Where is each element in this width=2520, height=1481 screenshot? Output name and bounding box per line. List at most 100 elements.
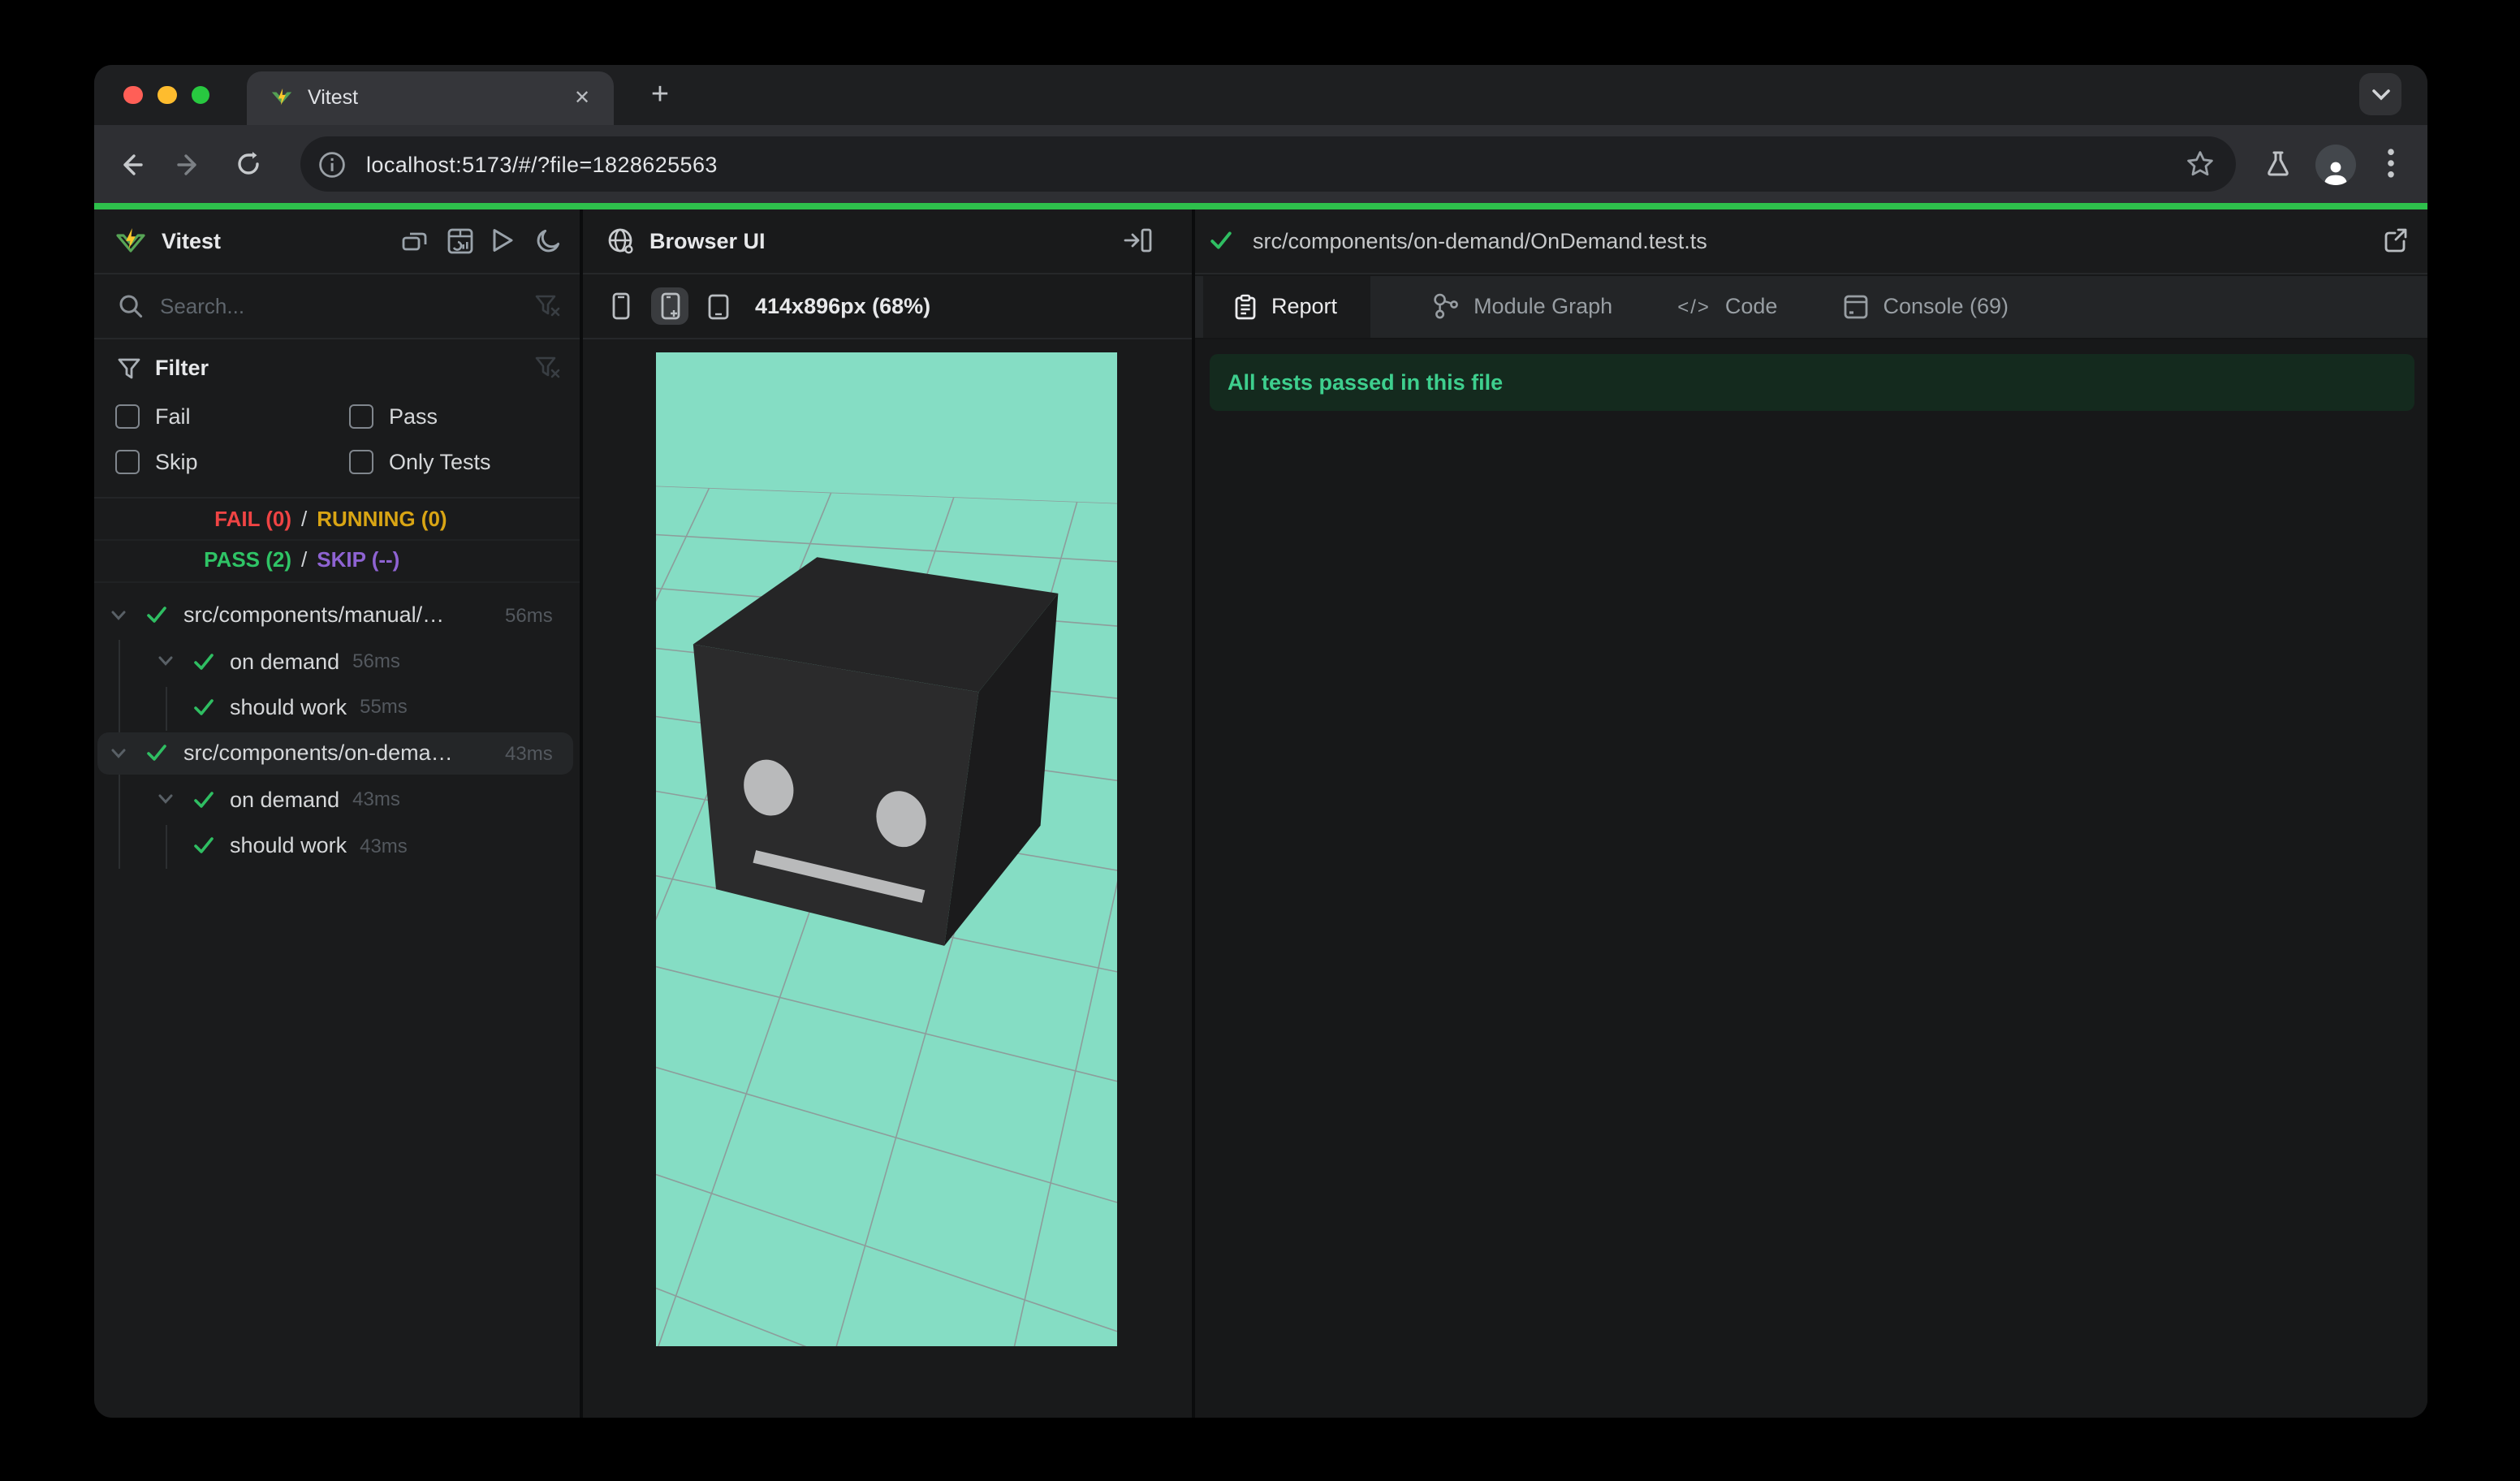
test-progress-bar bbox=[93, 203, 2427, 209]
new-tab-button[interactable]: + bbox=[639, 75, 681, 117]
skip-count: SKIP (--) bbox=[317, 547, 400, 572]
tab-console[interactable]: Console (69) bbox=[1810, 275, 2041, 337]
all-tests-passed-banner: All tests passed in this file bbox=[1209, 354, 2414, 411]
device-phone-selected-icon[interactable] bbox=[651, 287, 688, 325]
site-info-icon[interactable] bbox=[317, 150, 345, 178]
tree-row-suite[interactable]: on demand 43ms bbox=[93, 776, 580, 823]
tree-row-test[interactable]: should work 43ms bbox=[93, 823, 580, 869]
clear-filter-icon[interactable] bbox=[534, 294, 560, 318]
browser-menu-icon[interactable] bbox=[2386, 148, 2394, 179]
reload-button[interactable] bbox=[223, 140, 272, 188]
tab-search-button[interactable] bbox=[2359, 73, 2401, 115]
filter-checkbox-pass[interactable]: Pass bbox=[348, 404, 580, 428]
sidebar: Vitest Search... Filter Fail Pass Skip O… bbox=[93, 209, 580, 1417]
filter-funnel-icon bbox=[116, 356, 140, 379]
checkbox[interactable] bbox=[348, 449, 373, 473]
test-summary: FAIL (0) / RUNNING (0) PASS (2) / SKIP (… bbox=[93, 499, 580, 583]
browser-toolbar: localhost:5173/#/?file=1828625563 bbox=[93, 125, 2427, 203]
tab-strip: Vitest ✕ + bbox=[93, 65, 2427, 125]
bookmark-star-icon[interactable] bbox=[2185, 149, 2214, 179]
console-panel-icon bbox=[1842, 293, 1868, 319]
back-button[interactable] bbox=[106, 140, 155, 188]
threejs-scene bbox=[655, 352, 1116, 1347]
traffic-zoom-button[interactable] bbox=[191, 85, 210, 105]
profile-avatar[interactable] bbox=[2315, 144, 2355, 184]
filter-checkbox-fail[interactable]: Fail bbox=[114, 404, 348, 428]
device-tablet-icon[interactable] bbox=[708, 293, 729, 319]
filter-title: Filter bbox=[155, 356, 209, 380]
tree-row-test[interactable]: should work 55ms bbox=[93, 684, 580, 731]
report-tab-bar: Report Module Graph </> Code Console (69… bbox=[1194, 275, 2427, 339]
chevron-down-icon[interactable] bbox=[110, 607, 127, 623]
chevron-down-icon[interactable] bbox=[157, 792, 173, 808]
run-all-icon[interactable] bbox=[490, 227, 518, 254]
code-icon: </> bbox=[1677, 295, 1711, 317]
sidebar-title: Vitest bbox=[162, 228, 222, 253]
divider bbox=[93, 581, 580, 583]
tree-row-file-selected[interactable]: src/components/on-dema… 43ms bbox=[93, 730, 580, 776]
tab-code[interactable]: </> Code bbox=[1645, 275, 1810, 337]
traffic-close-button[interactable] bbox=[123, 85, 143, 105]
pass-check-icon bbox=[146, 604, 167, 625]
forward-button[interactable] bbox=[165, 140, 214, 188]
traffic-minimize-button[interactable] bbox=[158, 85, 177, 105]
grid-horizon-mask bbox=[655, 352, 1116, 503]
checkbox[interactable] bbox=[114, 449, 139, 473]
expand-panel-icon[interactable] bbox=[1123, 227, 1152, 253]
filter-section: Filter Fail Pass Skip Only Tests bbox=[93, 345, 580, 473]
clear-filter-icon[interactable] bbox=[534, 356, 560, 380]
pass-check-icon bbox=[192, 697, 214, 718]
tab-close-icon[interactable]: ✕ bbox=[567, 84, 597, 113]
dashboard-icon[interactable] bbox=[446, 227, 473, 254]
checkbox[interactable] bbox=[114, 404, 139, 428]
summary-line-2: PASS (2) / SKIP (--) bbox=[93, 539, 580, 580]
chevron-down-icon bbox=[2371, 89, 2389, 100]
fail-count: FAIL (0) bbox=[214, 507, 291, 531]
tab-module-graph[interactable]: Module Graph bbox=[1399, 275, 1645, 337]
collapse-tests-icon[interactable] bbox=[401, 227, 429, 254]
test-file-path: src/components/on-demand/OnDemand.test.t… bbox=[1253, 228, 1707, 253]
device-phone-small-icon[interactable] bbox=[612, 292, 630, 320]
search-input[interactable] bbox=[160, 294, 534, 318]
chevron-down-icon[interactable] bbox=[157, 653, 173, 669]
filter-checkbox-only-tests[interactable]: Only Tests bbox=[348, 449, 580, 473]
tab-title: Vitest bbox=[308, 86, 359, 110]
tree-row-suite[interactable]: on demand 56ms bbox=[93, 638, 580, 684]
vitest-favicon bbox=[270, 88, 291, 105]
desktop: Vitest ✕ + localhost:5173/#/?file=182862… bbox=[0, 0, 2520, 1481]
pass-check-icon bbox=[192, 835, 214, 856]
browser-panel-title: Browser UI bbox=[649, 228, 766, 253]
report-clipboard-icon bbox=[1234, 293, 1257, 319]
summary-line-1: FAIL (0) / RUNNING (0) bbox=[93, 499, 580, 539]
open-external-icon[interactable] bbox=[2382, 227, 2408, 253]
module-graph-icon bbox=[1431, 292, 1459, 320]
pass-count: PASS (2) bbox=[204, 547, 291, 572]
checkbox[interactable] bbox=[348, 404, 373, 428]
running-count: RUNNING (0) bbox=[317, 507, 447, 531]
browser-ui-panel: Browser UI 414x896px (68%) bbox=[583, 209, 1191, 1417]
report-panel: src/components/on-demand/OnDemand.test.t… bbox=[1194, 209, 2427, 1417]
chevron-down-icon[interactable] bbox=[110, 745, 127, 762]
file-pass-check-icon bbox=[1209, 229, 1232, 252]
address-bar[interactable]: localhost:5173/#/?file=1828625563 bbox=[300, 136, 2235, 192]
tester-viewport[interactable] bbox=[655, 352, 1116, 1347]
divider bbox=[93, 539, 580, 541]
vitest-ui: Vitest Search... Filter Fail Pass Skip O… bbox=[93, 209, 2427, 1417]
filter-checkbox-skip[interactable]: Skip bbox=[114, 449, 348, 473]
viewport-size-label[interactable]: 414x896px (68%) bbox=[755, 294, 930, 318]
pass-check-icon bbox=[192, 789, 214, 810]
browser-tab[interactable]: Vitest ✕ bbox=[246, 71, 613, 125]
tab-report[interactable]: Report bbox=[1203, 275, 1370, 337]
vitest-logo bbox=[115, 227, 145, 252]
browser-window: Vitest ✕ + localhost:5173/#/?file=182862… bbox=[93, 65, 2427, 1417]
url-text[interactable]: localhost:5173/#/?file=1828625563 bbox=[366, 152, 2185, 176]
test-tree: src/components/manual/… 56ms on demand 5… bbox=[93, 592, 580, 869]
dark-mode-moon-icon[interactable] bbox=[535, 227, 563, 254]
pass-check-icon bbox=[146, 743, 167, 764]
globe-icon bbox=[607, 227, 635, 254]
pass-check-icon bbox=[192, 650, 214, 671]
experiments-flask-icon[interactable] bbox=[2263, 149, 2292, 179]
person-icon bbox=[2324, 161, 2346, 184]
search-icon bbox=[118, 294, 142, 318]
tree-row-file[interactable]: src/components/manual/… 56ms bbox=[93, 592, 580, 638]
